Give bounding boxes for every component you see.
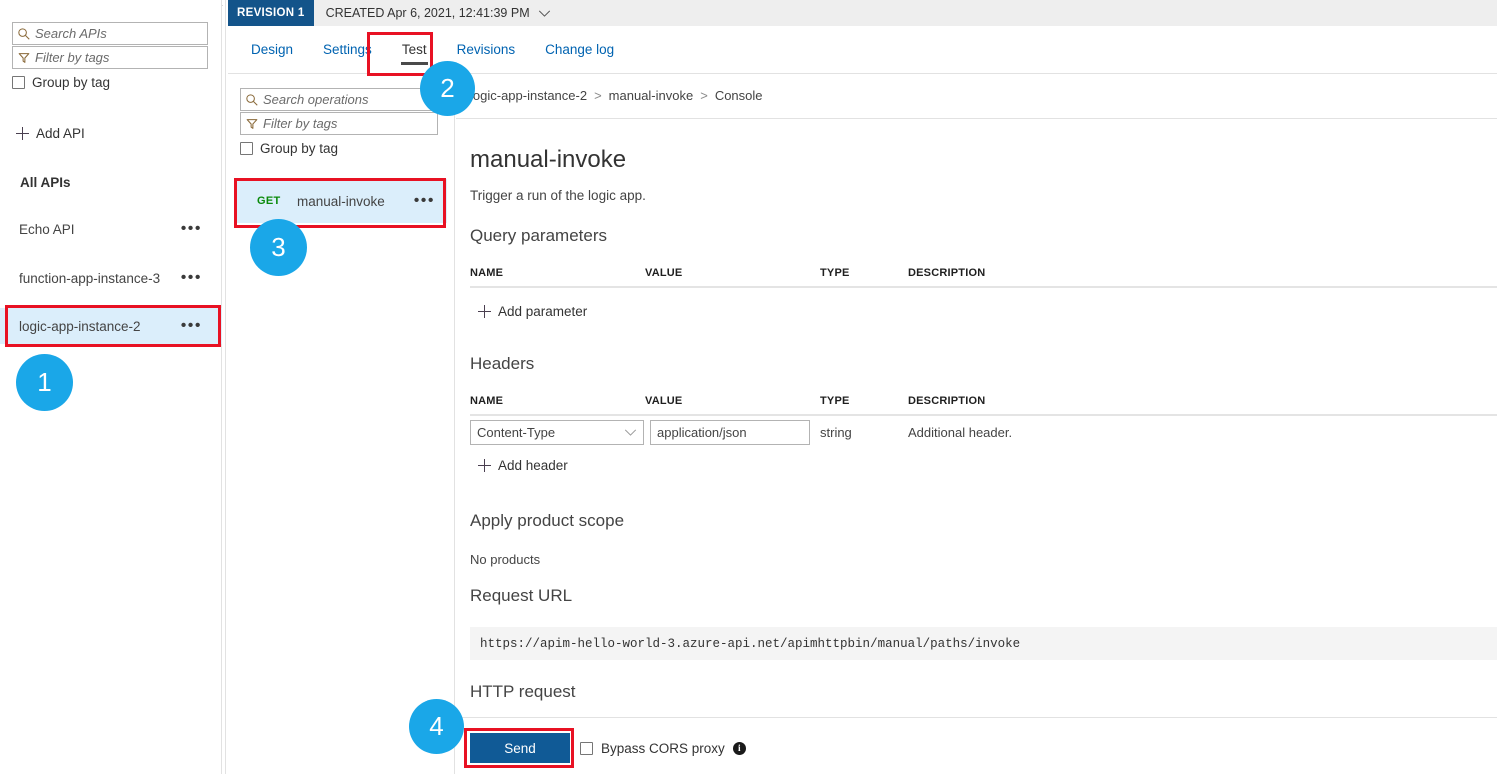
- column-header-name: NAME: [470, 395, 503, 407]
- tab-change-log[interactable]: Change log: [530, 26, 629, 74]
- revision-created-info[interactable]: CREATED Apr 6, 2021, 12:41:39 PM: [326, 6, 551, 20]
- revision-badge: REVISION 1: [228, 0, 314, 26]
- request-url-value: https://apim-hello-world-3.azure-api.net…: [470, 627, 1497, 660]
- plus-icon: [478, 305, 491, 318]
- api-tabs: Design Settings Test Revisions Change lo…: [228, 26, 1497, 74]
- column-header-value: VALUE: [645, 267, 682, 279]
- api-name: logic-app-instance-2: [19, 319, 141, 334]
- http-request-divider: [456, 717, 1497, 718]
- search-icon: [245, 93, 259, 107]
- table-header-row: NAME VALUE TYPE DESCRIPTION: [470, 267, 1497, 288]
- azure-apim-test-console-screen: Search APIs Filter by tags Group by tag …: [0, 0, 1497, 774]
- filter-icon: [17, 51, 31, 65]
- add-header-button[interactable]: Add header: [478, 458, 1497, 473]
- table-header-row: NAME VALUE TYPE DESCRIPTION: [470, 395, 1497, 416]
- add-parameter-button[interactable]: Add parameter: [478, 304, 1497, 319]
- filter-icon: [245, 117, 259, 131]
- headers-table: NAME VALUE TYPE DESCRIPTION Content-Type…: [470, 395, 1497, 473]
- bypass-cors-proxy-checkbox[interactable]: [580, 742, 593, 755]
- column-header-name: NAME: [470, 267, 503, 279]
- info-icon[interactable]: i: [733, 742, 746, 755]
- breadcrumb-operation[interactable]: manual-invoke: [609, 88, 694, 103]
- api-list-item-function-app-instance-3[interactable]: function-app-instance-3 •••: [0, 260, 222, 296]
- search-icon: [17, 27, 31, 41]
- breadcrumb-separator: >: [700, 88, 708, 103]
- group-by-tag-operations-label: Group by tag: [260, 141, 338, 156]
- tab-revisions[interactable]: Revisions: [442, 26, 531, 74]
- column-header-type: TYPE: [820, 267, 850, 279]
- header-description-cell: Additional header.: [908, 425, 1012, 440]
- add-header-label: Add header: [498, 458, 568, 473]
- operation-description: Trigger a run of the logic app.: [470, 188, 646, 203]
- http-request-heading: HTTP request: [470, 682, 576, 702]
- filter-operations-by-tags-input[interactable]: Filter by tags: [240, 112, 438, 135]
- column-header-value: VALUE: [645, 395, 682, 407]
- send-button[interactable]: Send: [470, 733, 570, 763]
- header-name-value: Content-Type: [477, 425, 555, 440]
- api-context-menu-icon[interactable]: •••: [181, 221, 202, 237]
- column-header-type: TYPE: [820, 395, 850, 407]
- checkbox-box: [240, 142, 253, 155]
- api-name: function-app-instance-3: [19, 271, 160, 286]
- api-list-item-echo-api[interactable]: Echo API •••: [0, 211, 222, 247]
- breadcrumb: logic-app-instance-2 > manual-invoke > C…: [470, 88, 763, 103]
- search-apis-input[interactable]: Search APIs: [12, 22, 208, 45]
- operation-list-item-manual-invoke[interactable]: GET manual-invoke •••: [237, 179, 447, 223]
- api-list-item-logic-app-instance-2[interactable]: logic-app-instance-2 •••: [0, 308, 222, 344]
- add-parameter-label: Add parameter: [498, 304, 587, 319]
- api-name: Echo API: [19, 222, 75, 237]
- plus-icon: [478, 459, 491, 472]
- tab-settings[interactable]: Settings: [308, 26, 387, 74]
- product-scope-text: No products: [470, 552, 540, 567]
- operation-method-badge: GET: [257, 195, 293, 207]
- page-title: manual-invoke: [470, 146, 626, 174]
- filter-operations-placeholder: Filter by tags: [263, 116, 337, 131]
- column-header-description: DESCRIPTION: [908, 267, 985, 279]
- group-by-tag-apis-checkbox[interactable]: Group by tag: [12, 75, 110, 90]
- tab-design[interactable]: Design: [236, 26, 308, 74]
- header-type-cell: string: [820, 425, 852, 440]
- operation-context-menu-icon[interactable]: •••: [414, 193, 435, 209]
- tab-test[interactable]: Test: [387, 26, 442, 74]
- plus-icon: [16, 127, 29, 140]
- product-scope-heading: Apply product scope: [470, 511, 624, 531]
- bypass-cors-proxy-label: Bypass CORS proxy: [601, 741, 725, 756]
- api-context-menu-icon[interactable]: •••: [181, 270, 202, 286]
- apis-sidebar: Search APIs Filter by tags Group by tag …: [0, 0, 222, 774]
- table-row: Content-Type application/json string Add…: [470, 416, 1497, 452]
- header-name-select[interactable]: Content-Type: [470, 420, 644, 445]
- chevron-down-icon[interactable]: [624, 429, 637, 436]
- query-parameters-heading: Query parameters: [470, 226, 607, 246]
- add-api-label: Add API: [36, 126, 85, 141]
- search-operations-input[interactable]: Search operations: [240, 88, 438, 111]
- revision-created-text: CREATED Apr 6, 2021, 12:41:39 PM: [326, 6, 530, 20]
- search-operations-placeholder: Search operations: [263, 92, 369, 107]
- bypass-cors-proxy-row[interactable]: Bypass CORS proxy i: [580, 741, 746, 756]
- search-apis-placeholder: Search APIs: [35, 26, 107, 41]
- headers-heading: Headers: [470, 354, 534, 374]
- request-url-heading: Request URL: [470, 586, 572, 606]
- breadcrumb-separator: >: [594, 88, 602, 103]
- revision-bar: REVISION 1 CREATED Apr 6, 2021, 12:41:39…: [228, 0, 1497, 26]
- column-header-description: DESCRIPTION: [908, 395, 985, 407]
- breadcrumb-divider: [456, 118, 1497, 119]
- operation-name: manual-invoke: [297, 194, 385, 209]
- group-by-tag-operations-checkbox[interactable]: Group by tag: [240, 141, 338, 156]
- query-parameters-table: NAME VALUE TYPE DESCRIPTION Add paramete…: [470, 267, 1497, 319]
- operations-sidebar: Search operations Filter by tags Group b…: [228, 74, 455, 774]
- breadcrumb-api[interactable]: logic-app-instance-2: [470, 88, 587, 103]
- test-console: logic-app-instance-2 > manual-invoke > C…: [456, 74, 1497, 774]
- api-context-menu-icon[interactable]: •••: [181, 318, 202, 334]
- checkbox-box: [12, 76, 25, 89]
- apis-pane-divider: [225, 0, 226, 774]
- group-by-tag-apis-label: Group by tag: [32, 75, 110, 90]
- filter-apis-placeholder: Filter by tags: [35, 50, 109, 65]
- breadcrumb-page: Console: [715, 88, 763, 103]
- all-apis-heading: All APIs: [20, 175, 71, 190]
- header-value-input[interactable]: application/json: [650, 420, 810, 445]
- filter-apis-by-tags-input[interactable]: Filter by tags: [12, 46, 208, 69]
- header-value-text: application/json: [657, 425, 747, 440]
- chevron-down-icon[interactable]: [538, 10, 551, 17]
- add-api-button[interactable]: Add API: [16, 126, 85, 141]
